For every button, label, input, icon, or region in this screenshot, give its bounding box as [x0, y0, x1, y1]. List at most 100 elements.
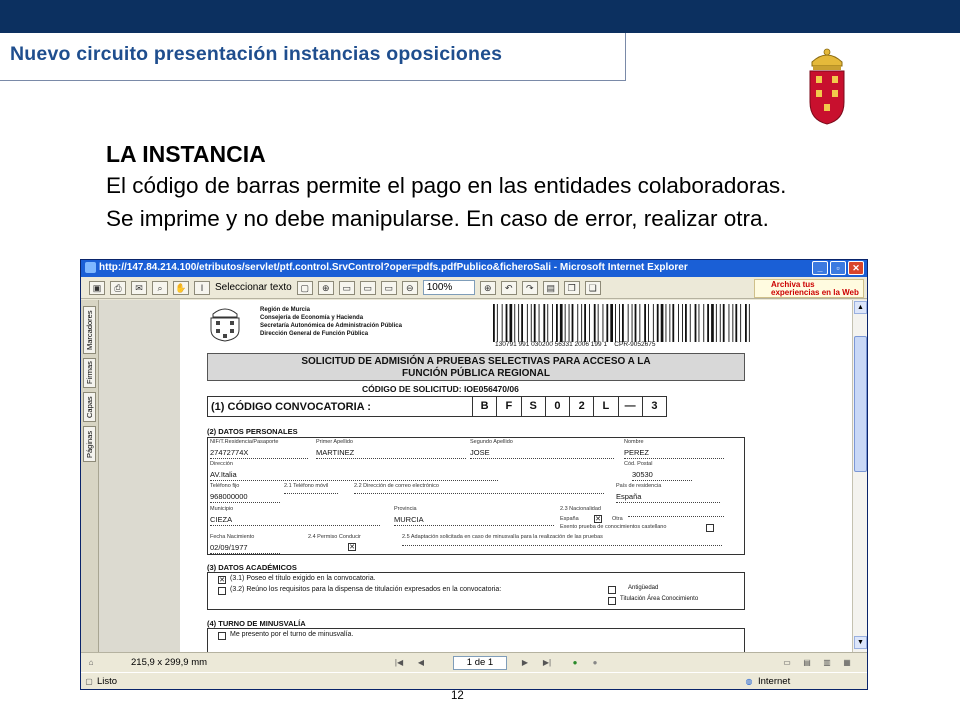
- barcode-bar: [656, 304, 659, 342]
- apellido2-value: JOSE: [470, 448, 614, 459]
- select-text-button[interactable]: Seleccionar texto: [215, 282, 292, 293]
- barcode-bar: [694, 304, 697, 342]
- academico-1-checkbox: ✕: [218, 576, 226, 584]
- barcode-bar: [514, 304, 516, 342]
- last-page-icon[interactable]: ▶|: [541, 657, 553, 668]
- hand-tool-icon[interactable]: ✋: [173, 280, 189, 295]
- search-icon[interactable]: ⌕: [152, 280, 168, 295]
- barcode-bar: [685, 304, 687, 342]
- close-button[interactable]: ✕: [848, 261, 864, 275]
- pages-icon[interactable]: ❐: [563, 280, 580, 295]
- zoom-select[interactable]: 100%: [422, 280, 475, 295]
- tab-firmas[interactable]: Firmas: [83, 358, 96, 388]
- help-box[interactable]: Archiva tus experiencias en la Web: [754, 279, 864, 298]
- save-icon[interactable]: ▣: [89, 280, 105, 295]
- pdf-page: Región de Murcia Consejería de Economía …: [180, 300, 852, 652]
- barcode-bar: [615, 304, 616, 342]
- region-crest-icon: [809, 48, 845, 125]
- pdf-viewer[interactable]: Región de Murcia Consejería de Economía …: [180, 300, 852, 652]
- pdf-toolbar: ▣ ⎙ ✉ ⌕ ✋ I Seleccionar texto ▢ ⊕ ▭ ▭ ▭ …: [81, 277, 867, 299]
- zoom-in-icon[interactable]: ⊕: [317, 280, 334, 295]
- scroll-down-icon[interactable]: ▼: [854, 636, 867, 649]
- slide-page-number: 12: [451, 690, 464, 702]
- otra-value: [628, 515, 724, 517]
- barcode-bar: [597, 304, 599, 342]
- academico-2-label: (3.2) Reúno los requisitos para la dispe…: [230, 586, 502, 593]
- org-line: Consejería de Economía y Hacienda: [260, 315, 364, 321]
- layout-icon[interactable]: ▤: [542, 280, 559, 295]
- barcode-bar: [622, 304, 624, 342]
- barcode-bar: [678, 304, 679, 342]
- barcode-bar: [568, 304, 570, 342]
- rotate-right-icon[interactable]: ↷: [521, 280, 538, 295]
- barcode-bar: [703, 304, 705, 342]
- status-text: Listo: [97, 676, 118, 687]
- barcode-digits: 130791 991 030200 56331 2006 199 1: [495, 341, 608, 348]
- continuous-facing-icon[interactable]: ▦: [841, 657, 853, 668]
- ie-icon: [85, 262, 96, 273]
- tab-paginas[interactable]: Páginas: [83, 426, 96, 462]
- espana-checkbox: ✕: [594, 515, 602, 523]
- barcode-bar: [660, 304, 664, 342]
- first-page-icon[interactable]: |◀: [393, 657, 405, 668]
- pdf-navbar: ⌂ 215,9 x 299,9 mm |◀ ◀ 1 de 1 ▶ ▶| ● ● …: [81, 652, 867, 672]
- form-title: SOLICITUD DE ADMISIÓN A PRUEBAS SELECTIV…: [207, 353, 745, 381]
- prev-page-icon[interactable]: ◀: [415, 657, 427, 668]
- browser-title: http://147.84.214.100/etributos/servlet/…: [99, 262, 688, 274]
- side-tabs: Marcadores Firmas Capas Páginas: [81, 300, 99, 652]
- navigation-pane: [99, 300, 180, 652]
- academico-1-label: (3.1) Poseo el título exigido en la conv…: [230, 575, 376, 582]
- copy-icon[interactable]: ❏: [584, 280, 601, 295]
- titulacion-checkbox: [608, 597, 616, 605]
- internet-zone-icon: ◍: [745, 677, 753, 686]
- scroll-up-icon[interactable]: ▲: [854, 301, 867, 314]
- next-page-icon[interactable]: ▶: [519, 657, 531, 668]
- body-line-1: El código de barras permite el pago en l…: [106, 173, 787, 198]
- barcode-bar: [505, 304, 508, 342]
- antiguedad-label: Antigüedad: [628, 585, 659, 591]
- barcode-bar: [538, 304, 540, 342]
- barcode-bar: [602, 304, 604, 342]
- select-text-icon[interactable]: I: [194, 280, 210, 295]
- field-label: 2.4 Permiso Conducir: [308, 534, 361, 540]
- barcode-bar: [740, 304, 742, 342]
- page-icon[interactable]: ▭: [338, 280, 355, 295]
- barcode-bar: [552, 304, 553, 342]
- scroll-thumb[interactable]: [854, 336, 867, 472]
- field-label: Primer Apellido: [316, 439, 353, 445]
- attachment-icon[interactable]: ⌂: [85, 657, 97, 668]
- fit-page-icon[interactable]: ▭: [359, 280, 376, 295]
- nombre-value: PEREZ: [624, 448, 724, 459]
- page-indicator[interactable]: 1 de 1: [453, 656, 507, 670]
- barcode-bar: [728, 304, 730, 342]
- barcode-bar: [564, 304, 566, 342]
- minimize-button[interactable]: _: [812, 261, 828, 275]
- continuous-icon[interactable]: ▤: [801, 657, 813, 668]
- facing-icon[interactable]: ▥: [821, 657, 833, 668]
- go-forward-icon[interactable]: ●: [589, 657, 601, 668]
- nacimiento-value: 02/09/1977: [210, 543, 280, 554]
- org-line: Dirección General de Función Pública: [260, 331, 369, 337]
- print-icon[interactable]: ⎙: [110, 280, 126, 295]
- barcode-bar: [619, 304, 620, 342]
- barcode-bar: [735, 304, 738, 342]
- rotate-left-icon[interactable]: ↶: [500, 280, 517, 295]
- tab-capas[interactable]: Capas: [83, 392, 96, 422]
- maximize-button[interactable]: ▫: [830, 261, 846, 275]
- org-header: Región de Murcia Consejería de Economía …: [260, 306, 402, 338]
- zoom-plus-icon[interactable]: ⊕: [479, 280, 496, 295]
- email-icon[interactable]: ✉: [131, 280, 147, 295]
- barcode-bar: [509, 304, 513, 342]
- barcode-bar: [606, 304, 609, 342]
- tab-marcadores[interactable]: Marcadores: [83, 306, 96, 354]
- zoom-out-icon[interactable]: ⊖: [401, 280, 418, 295]
- section-datos-personales: (2) DATOS PERSONALES: [207, 427, 298, 436]
- fit-width-icon[interactable]: ▭: [380, 280, 397, 295]
- go-back-icon[interactable]: ●: [569, 657, 581, 668]
- barcode-bar: [722, 304, 725, 342]
- barcode-bar: [533, 304, 536, 342]
- vertical-scrollbar[interactable]: ▲ ▼: [852, 300, 867, 652]
- snapshot-icon[interactable]: ▢: [296, 280, 313, 295]
- single-page-icon[interactable]: ▭: [781, 657, 793, 668]
- conv-cell: 0: [546, 397, 570, 416]
